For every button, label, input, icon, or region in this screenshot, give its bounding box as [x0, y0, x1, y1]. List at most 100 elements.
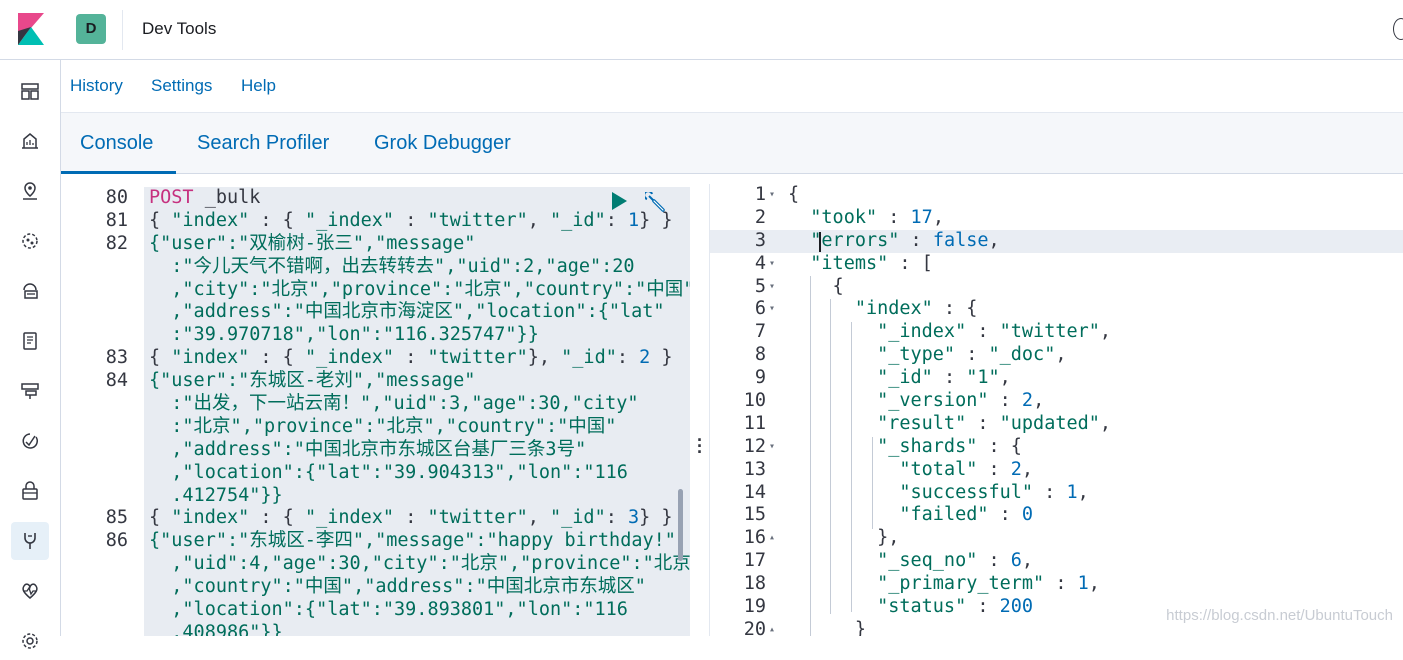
output-line-text: "_seq_no" : 6,: [788, 550, 1033, 573]
sidebar-item-ml[interactable]: [11, 222, 49, 260]
sidebar-item-logs[interactable]: [11, 322, 49, 360]
tab-grok-debugger[interactable]: Grok Debugger: [374, 132, 511, 155]
output-line[interactable]: 2 "took" : 17,: [710, 207, 1403, 230]
code-token: :: [394, 507, 428, 529]
output-line[interactable]: 6 ▾ "index" : {: [710, 298, 1403, 321]
editor-line[interactable]: ,"address":"中国北京市东城区台基厂三条3号": [144, 439, 690, 462]
code-token: {: [149, 507, 172, 529]
sidebar-item-apm[interactable]: [11, 372, 49, 410]
code-token: ,: [1021, 458, 1034, 480]
output-line[interactable]: 18 "_primary_term" : 1,: [710, 573, 1403, 596]
fold-toggle-icon[interactable]: ▴: [769, 527, 775, 550]
line-number: 4: [754, 252, 766, 274]
editor-line[interactable]: 85 { "index" : { "_index" : "twitter", "_…: [106, 507, 690, 530]
fold-toggle-icon[interactable]: ▾: [769, 276, 775, 299]
fold-toggle-icon[interactable]: ▴: [769, 619, 775, 636]
output-line-text: "_primary_term" : 1,: [788, 573, 1100, 596]
resize-handle-icon[interactable]: · · ·: [697, 431, 703, 461]
editor-line[interactable]: ,"location":{"lat":"39.904313","lon":"11…: [144, 462, 690, 485]
sidebar-item-dashboard[interactable]: [11, 72, 49, 110]
code-token: {"user":"东城区-老刘","message": [149, 370, 476, 392]
output-line[interactable]: 15 "failed" : 0: [710, 504, 1403, 527]
request-editor[interactable]: 80 POST _bulk 81 { "index" : { "_index" : "…: [71, 187, 690, 636]
output-line-text: "failed" : 0: [788, 504, 1033, 527]
output-line[interactable]: 3 "errors" : false,: [710, 229, 1403, 253]
code-token: false: [932, 229, 989, 251]
sidebar-item-canvas[interactable]: [11, 122, 49, 160]
fold-toggle-icon[interactable]: ▾: [769, 436, 775, 459]
space-avatar[interactable]: D: [76, 14, 106, 44]
output-line[interactable]: 11 "result" : "updated",: [710, 413, 1403, 436]
editor-line[interactable]: :"今儿天气不错啊，出去转转去","uid":2,"age":20: [144, 256, 690, 279]
fold-toggle-icon[interactable]: ▾: [769, 184, 775, 207]
sidebar-item-maps[interactable]: [11, 172, 49, 210]
sidebar-item-infrastructure[interactable]: [11, 272, 49, 310]
output-line-text: "_shards" : {: [788, 436, 1022, 459]
kibana-logo-icon[interactable]: [18, 13, 44, 45]
output-line[interactable]: 16 ▴ },: [710, 527, 1403, 550]
output-line[interactable]: 1 ▾ {: [710, 184, 1403, 207]
editor-line[interactable]: 86 {"user":"东城区-李四","message":"happy birt…: [106, 530, 690, 553]
code-token: : {: [249, 347, 305, 369]
editor-line[interactable]: :"北京","province":"北京","country":"中国": [144, 416, 690, 439]
editor-line[interactable]: ,"address":"中国北京市海淀区","location":{"lat": [144, 301, 690, 324]
side-navigation: [0, 60, 61, 649]
editor-line[interactable]: 83 { "index" : { "_index" : "twitter"}, "…: [106, 347, 690, 370]
tab-search-profiler[interactable]: Search Profiler: [197, 132, 329, 155]
editor-line[interactable]: .408986"}}: [144, 622, 690, 636]
editor-line[interactable]: ,"city":"北京","province":"北京","country":"…: [144, 279, 690, 302]
watermark: https://blog.csdn.net/UbuntuTouch: [1166, 607, 1393, 624]
editor-line[interactable]: :"出发，下一站云南！","uid":3,"age":30,"city": [144, 393, 690, 416]
editor-line-text: {"user":"双榆树-张三","message": [144, 233, 475, 254]
wrench-actions-icon[interactable]: [645, 192, 667, 214]
sidebar-item-management[interactable]: [11, 622, 49, 660]
editor-line[interactable]: 81 { "index" : { "_index" : "twitter", "_…: [106, 209, 690, 233]
editor-code[interactable]: 80 POST _bulk 81 { "index" : { "_index" : "…: [106, 187, 690, 636]
output-line[interactable]: 17 "_seq_no" : 6,: [710, 550, 1403, 573]
output-line[interactable]: 4 ▾ "items" : [: [710, 253, 1403, 276]
editor-line[interactable]: .412754"}}: [144, 485, 690, 508]
line-number: 6: [754, 298, 766, 320]
output-line[interactable]: 8 "_type" : "_doc",: [710, 344, 1403, 367]
output-line[interactable]: 13 "total" : 2,: [710, 459, 1403, 482]
history-link[interactable]: History: [70, 76, 123, 96]
sidebar-item-dev-tools[interactable]: [11, 522, 49, 560]
sidebar-item-monitoring[interactable]: [11, 572, 49, 610]
editor-line[interactable]: :"39.970718","lon":"116.325747"}}: [144, 324, 690, 347]
fold-toggle-icon[interactable]: ▾: [769, 253, 775, 276]
code-token: : [: [888, 252, 933, 274]
selected-tab-indicator: [61, 171, 176, 174]
output-line[interactable]: 7 "_index" : "twitter",: [710, 321, 1403, 344]
output-line[interactable]: 5 ▾ {: [710, 276, 1403, 299]
tab-console[interactable]: Console: [80, 132, 153, 155]
sidebar-item-uptime[interactable]: [11, 422, 49, 460]
editor-line[interactable]: ,"location":{"lat":"39.893801","lon":"11…: [144, 599, 690, 622]
editor-line-text: ,"country":"中国","address":"中国北京市东城区": [144, 576, 646, 597]
editor-line-text: ,"uid":4,"age":30,"city":"北京","province"…: [144, 553, 690, 574]
fold-toggle-icon[interactable]: ▾: [769, 298, 775, 321]
output-line[interactable]: 12 ▾ "_shards" : {: [710, 436, 1403, 459]
editor-line[interactable]: 84 {"user":"东城区-老刘","message": [106, 370, 690, 393]
editor-line[interactable]: 82 {"user":"双榆树-张三","message": [106, 233, 690, 256]
editor-line[interactable]: 80 POST _bulk: [106, 187, 690, 210]
editor-line-text: ,"address":"中国北京市东城区台基厂三条3号": [144, 439, 586, 460]
output-line[interactable]: 14 "successful" : 1,: [710, 482, 1403, 505]
response-output[interactable]: 1 ▾{2 "took" : 17, 3 "errors" : false, 4 ▾ "…: [709, 184, 1403, 636]
help-menu-icon[interactable]: [1393, 18, 1403, 40]
code-token: "index": [171, 209, 250, 231]
sidebar-item-siem[interactable]: [11, 472, 49, 510]
settings-link[interactable]: Settings: [151, 76, 212, 96]
code-token: :: [394, 209, 428, 231]
send-request-play-icon[interactable]: [612, 192, 627, 210]
editor-scrollbar[interactable]: [678, 489, 683, 561]
help-link[interactable]: Help: [241, 76, 276, 96]
output-line[interactable]: 9 "_id" : "1",: [710, 367, 1403, 390]
editor-line[interactable]: ,"country":"中国","address":"中国北京市东城区": [144, 576, 690, 599]
line-number: 17: [743, 550, 766, 572]
code-token: "took": [810, 206, 878, 228]
editor-line[interactable]: ,"uid":4,"age":30,"city":"北京","province"…: [144, 553, 690, 576]
output-line[interactable]: 10 "_version" : 2,: [710, 390, 1403, 413]
